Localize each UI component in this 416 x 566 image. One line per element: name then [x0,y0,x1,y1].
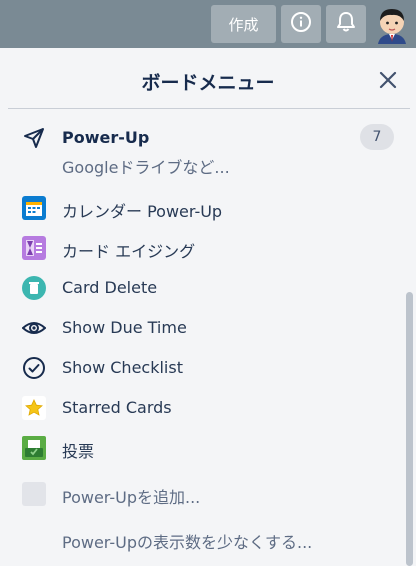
powerup-item-show-checklist[interactable]: Show Checklist [0,348,400,388]
powerup-item-label: Card Delete [62,278,158,297]
check-circle-icon [22,356,46,380]
powerup-item-label: Starred Cards [62,398,172,417]
vote-icon [22,436,46,460]
add-powerup-placeholder-icon [22,482,46,506]
powerup-item-label: カレンダー Power-Up [62,202,223,221]
star-icon [22,396,46,420]
hourglass-icon [22,236,46,260]
rocket-icon [22,126,46,150]
powerup-item-show-due-time[interactable]: Show Due Time [0,308,400,348]
powerup-item-starred-cards[interactable]: Starred Cards [0,388,400,428]
info-icon [290,11,312,37]
bell-icon [336,11,356,37]
add-powerup-link[interactable]: Power-Upを追加... [62,484,200,508]
show-fewer-powerups-link[interactable]: Power-Upの表示数を少なくする... [62,529,312,553]
powerup-item-card-delete[interactable]: Card Delete [0,268,400,308]
avatar-icon[interactable] [372,4,412,44]
info-button[interactable] [281,5,321,43]
create-button[interactable]: 作成 [211,5,276,43]
eye-icon [22,316,46,340]
powerup-item-voting[interactable]: 投票 [0,428,400,468]
notifications-button[interactable] [326,5,366,43]
powerup-item-label: カード エイジング [62,242,196,261]
divider [8,108,410,109]
powerup-subtitle[interactable]: Googleドライブなど... [62,154,230,178]
powerup-item-label: 投票 [62,442,95,461]
powerup-item-label: Show Due Time [62,318,187,337]
top-bar: 作成 [0,0,416,48]
close-icon[interactable] [376,68,400,92]
board-menu-panel: ボードメニュー Power-Up Googleドライブなど... 7 カレンダー… [0,48,416,566]
create-button-label: 作成 [228,15,259,34]
scrollbar[interactable] [406,292,413,566]
calendar-icon [22,196,46,220]
powerup-heading[interactable]: Power-Up [62,128,149,147]
trash-icon [22,276,46,300]
powerup-item-card-aging[interactable]: カード エイジング [0,228,400,268]
powerup-item-calendar[interactable]: カレンダー Power-Up [0,188,400,228]
powerup-item-label: Show Checklist [62,358,183,377]
panel-title: ボードメニュー [141,72,275,94]
powerup-count-badge: 7 [360,124,394,150]
